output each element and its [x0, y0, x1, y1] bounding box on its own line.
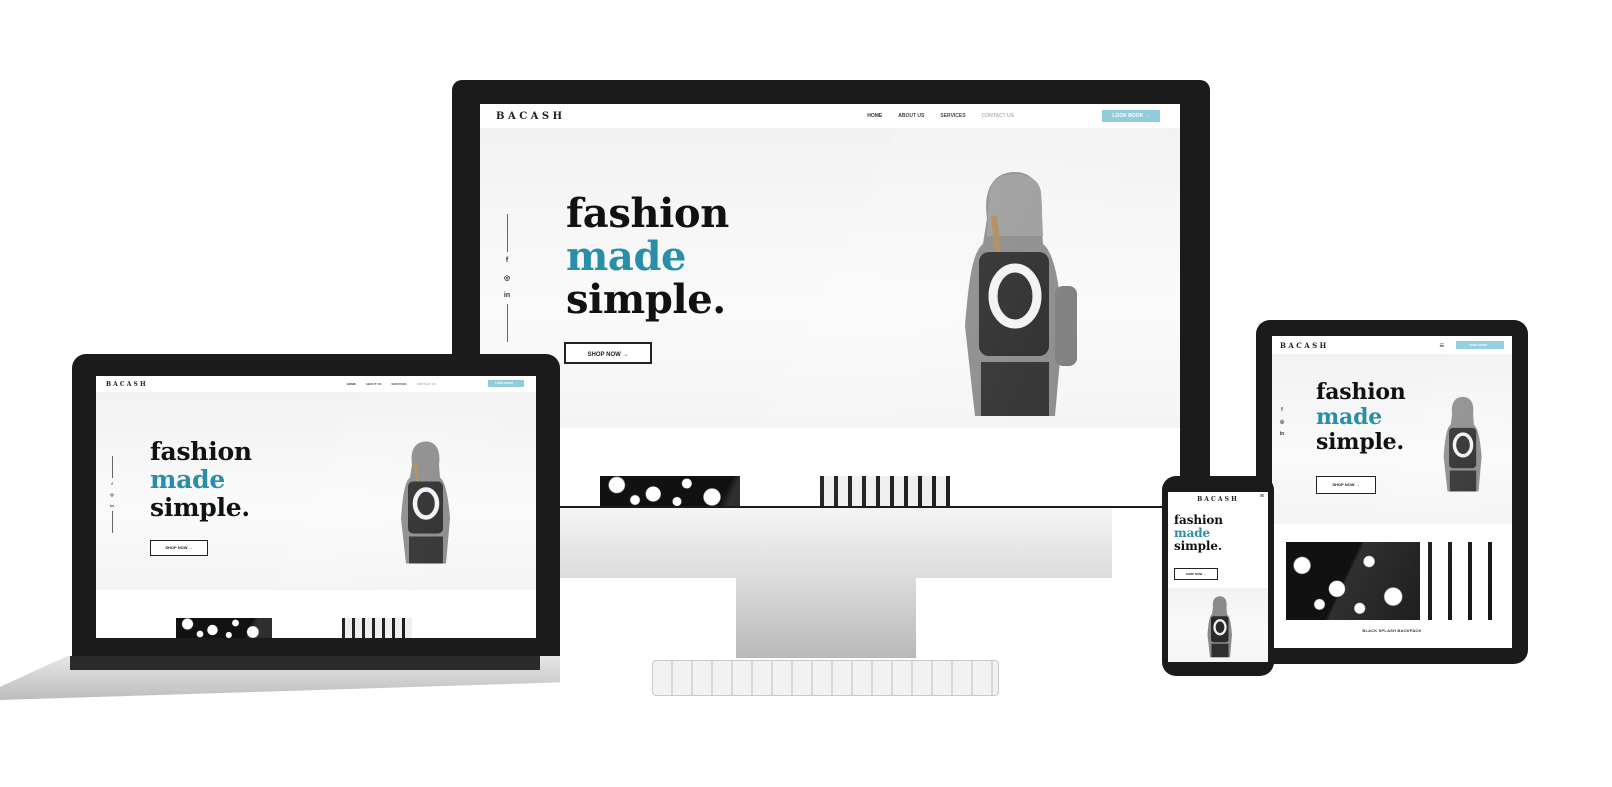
- keyboard: [652, 660, 999, 696]
- person-with-backpack: [1443, 396, 1482, 492]
- shop-now-button[interactable]: SHOP NOW →: [1316, 476, 1376, 494]
- product-thumb-straps: [1420, 542, 1498, 620]
- hero-text: fashion made simple.: [1316, 380, 1406, 455]
- product-thumb-splash: [176, 618, 272, 638]
- hero-headline: fashion made simple.: [1316, 380, 1406, 455]
- headline-line-3: simple.: [150, 493, 250, 522]
- product-strip: [176, 612, 476, 638]
- social-rail: f ◎ in: [1278, 404, 1286, 440]
- social-rail-line: [506, 304, 508, 342]
- site-header: BACASH HOME ABOUT US SERVICES CONTACT US…: [96, 376, 536, 392]
- headline-line-2: made: [1316, 404, 1383, 430]
- tablet: BACASH ≡ LOOK BOOK → f ◎ in fashion made…: [1256, 320, 1528, 664]
- lookbook-button[interactable]: LOOK BOOK →: [1102, 110, 1160, 122]
- site-header: BACASH ≡: [1168, 492, 1268, 506]
- site-logo[interactable]: BACASH: [106, 381, 148, 388]
- site-header: BACASH HOME ABOUT US SERVICES CONTACT US…: [480, 104, 1180, 128]
- monitor-stand: [736, 578, 916, 658]
- laptop-keyboard-lip: [70, 656, 540, 670]
- headline-line-2: made: [150, 465, 226, 494]
- person-with-backpack: [1207, 596, 1232, 658]
- hero-headline: fashion made simple.: [150, 438, 252, 522]
- headline-line-3: simple.: [1174, 539, 1222, 553]
- site-header: BACASH ≡ LOOK BOOK →: [1272, 336, 1512, 354]
- social-rail-line: [111, 511, 113, 533]
- site-logo[interactable]: BACASH: [496, 111, 566, 122]
- nav-contact-us[interactable]: CONTACT US: [417, 382, 436, 386]
- hero-text: fashion made simple.: [1174, 514, 1223, 553]
- headline-line-1: fashion: [150, 437, 252, 466]
- product-caption[interactable]: BLACK SPLASH BACKPACK: [1286, 628, 1498, 633]
- product-image: [1286, 542, 1498, 620]
- monitor-chin: [557, 508, 1112, 578]
- product-thumb-splash: [1286, 542, 1420, 620]
- headline-line-2: made: [566, 233, 687, 280]
- social-rail: f ◎ in: [108, 456, 116, 533]
- laptop-screen: BACASH HOME ABOUT US SERVICES CONTACT US…: [96, 376, 536, 638]
- social-rail-line: [111, 456, 113, 478]
- lookbook-button[interactable]: LOOK BOOK →: [488, 380, 524, 387]
- facebook-icon[interactable]: f: [111, 481, 112, 486]
- nav-contact-us[interactable]: CONTACT US: [982, 113, 1014, 119]
- nav-services[interactable]: SERVICES: [391, 382, 406, 386]
- product-strip: [600, 450, 1060, 506]
- tablet-screen: BACASH ≡ LOOK BOOK → f ◎ in fashion made…: [1272, 336, 1512, 648]
- product-thumb-splash: [600, 476, 740, 506]
- nav-about-us[interactable]: ABOUT US: [898, 113, 924, 119]
- shop-now-button[interactable]: SHOP NOW →: [150, 540, 208, 556]
- nav-services[interactable]: SERVICES: [940, 113, 965, 119]
- headline-line-3: simple.: [1316, 429, 1404, 455]
- hero-text: fashion made simple.: [566, 192, 729, 321]
- laptop: BACASH HOME ABOUT US SERVICES CONTACT US…: [0, 350, 560, 710]
- headline-line-1: fashion: [1316, 379, 1406, 405]
- shop-now-button[interactable]: SHOP NOW →: [1174, 568, 1218, 580]
- facebook-icon[interactable]: f: [1281, 407, 1283, 413]
- phone: BACASH ≡ fashion made simple. SHOP NOW →: [1162, 476, 1274, 676]
- facebook-icon[interactable]: f: [506, 257, 508, 264]
- person-with-backpack: [401, 441, 450, 564]
- nav-about-us[interactable]: ABOUT US: [366, 382, 382, 386]
- lookbook-button[interactable]: LOOK BOOK →: [1456, 341, 1504, 349]
- hero-image: [1168, 588, 1268, 662]
- hero-headline: fashion made simple.: [566, 192, 729, 321]
- menu-icon[interactable]: ≡: [1260, 493, 1264, 500]
- instagram-icon[interactable]: ◎: [504, 274, 510, 282]
- instagram-icon[interactable]: ◎: [1280, 419, 1284, 425]
- social-rail-line: [506, 214, 508, 252]
- linkedin-icon[interactable]: in: [110, 503, 114, 508]
- headline-line-1: fashion: [566, 190, 729, 237]
- social-rail: f ◎ in: [500, 214, 514, 342]
- linkedin-icon[interactable]: in: [1280, 431, 1284, 437]
- main-nav: HOME ABOUT US SERVICES CONTACT US: [347, 382, 436, 386]
- site-logo[interactable]: BACASH: [1197, 496, 1239, 503]
- instagram-icon[interactable]: ◎: [110, 492, 114, 497]
- product-card: BLACK SPLASH BACKPACK: [1286, 542, 1498, 646]
- person-with-backpack: [965, 172, 1077, 416]
- hero-text: fashion made simple.: [150, 438, 252, 522]
- linkedin-icon[interactable]: in: [504, 292, 510, 299]
- headline-line-3: simple.: [566, 276, 726, 323]
- product-thumb-straps: [820, 476, 950, 506]
- phone-screen: BACASH ≡ fashion made simple. SHOP NOW →: [1168, 492, 1268, 662]
- hero-headline: fashion made simple.: [1174, 514, 1223, 553]
- product-thumb-straps: [342, 618, 412, 638]
- main-nav: HOME ABOUT US SERVICES CONTACT US: [867, 113, 1014, 119]
- shop-now-button[interactable]: SHOP NOW →: [564, 342, 652, 364]
- menu-icon[interactable]: ≡: [1439, 341, 1444, 350]
- nav-home[interactable]: HOME: [347, 382, 356, 386]
- site-logo[interactable]: BACASH: [1280, 341, 1329, 350]
- desktop-screen: BACASH HOME ABOUT US SERVICES CONTACT US…: [480, 104, 1180, 506]
- desktop-monitor: BACASH HOME ABOUT US SERVICES CONTACT US…: [452, 80, 1210, 696]
- nav-home[interactable]: HOME: [867, 113, 882, 119]
